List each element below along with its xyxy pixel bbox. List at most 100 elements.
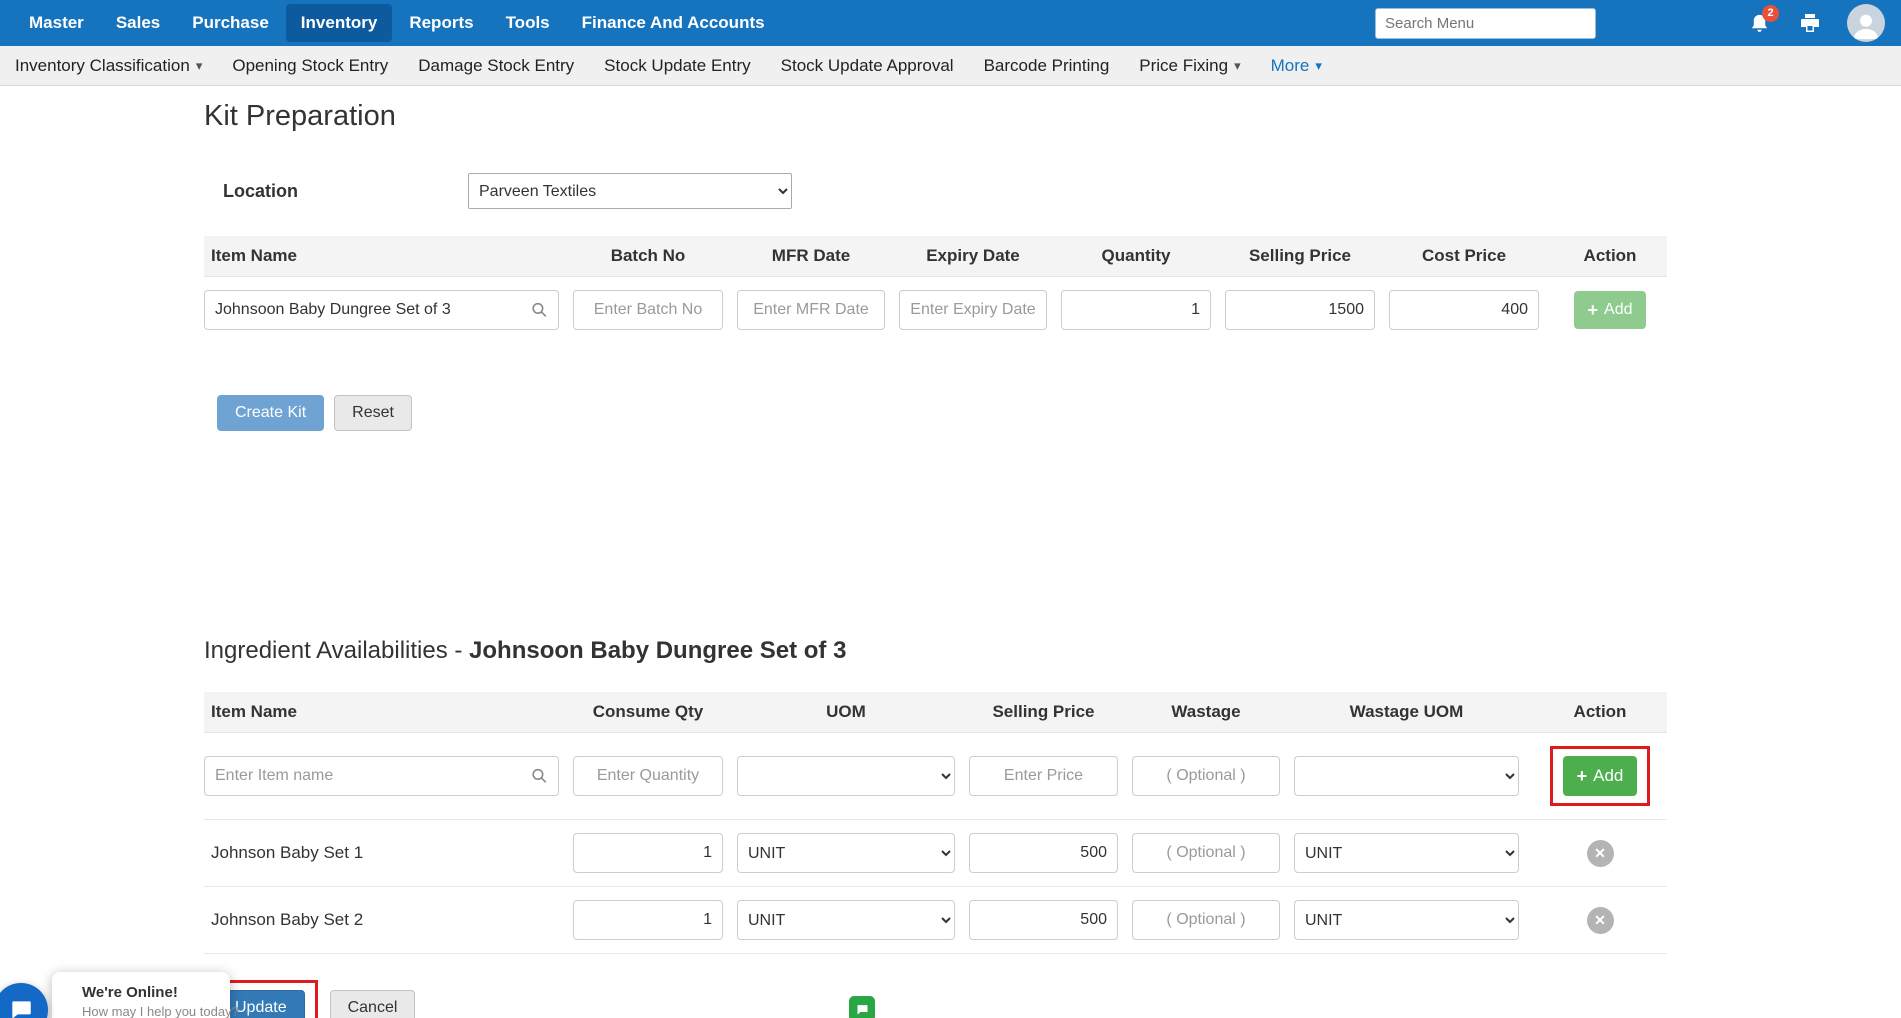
column-header: UOM — [737, 702, 955, 722]
ingredient-price-input[interactable] — [969, 900, 1118, 940]
column-header: MFR Date — [737, 246, 885, 266]
chevron-down-icon: ▾ — [1315, 58, 1322, 74]
column-header: Action — [1553, 246, 1667, 266]
consume-qty-input[interactable] — [573, 833, 723, 873]
subnav-label: Stock Update Entry — [604, 56, 750, 76]
add-button-label: Add — [1593, 766, 1623, 786]
printer-icon — [1798, 11, 1822, 35]
ingredient-price-input[interactable] — [969, 833, 1118, 873]
uom-select[interactable]: UNIT — [737, 900, 955, 940]
search-icon[interactable] — [530, 301, 549, 320]
nav-item-purchase[interactable]: Purchase — [177, 4, 284, 42]
floating-green-icon[interactable] — [849, 996, 875, 1018]
subnav-item-damage-stock-entry[interactable]: Damage Stock Entry — [403, 47, 589, 85]
ingredient-item-name-input[interactable] — [204, 756, 559, 796]
plus-icon: + — [1577, 766, 1588, 787]
reset-button[interactable]: Reset — [334, 395, 412, 431]
main-content: Kit Preparation Location Parveen Textile… — [204, 100, 1667, 1018]
wastage-uom-select[interactable]: UNIT — [1294, 900, 1519, 940]
message-icon — [855, 1002, 870, 1017]
main-menu: Master Sales Purchase Inventory Reports … — [14, 4, 780, 42]
cost-price-input[interactable] — [1389, 290, 1539, 330]
subnav-item-price-fixing[interactable]: Price Fixing ▾ — [1124, 47, 1255, 85]
chevron-down-icon: ▾ — [196, 58, 203, 74]
ingredient-table-header: Item Name Consume Qty UOM Selling Price … — [204, 692, 1667, 733]
quantity-input[interactable] — [1061, 290, 1211, 330]
column-header: Action — [1533, 702, 1667, 722]
ingredient-price-input[interactable] — [969, 756, 1118, 796]
mfr-date-input[interactable] — [737, 290, 885, 330]
section-title-item-name: Johnsoon Baby Dungree Set of 3 — [469, 637, 846, 664]
remove-row-icon[interactable]: ✕ — [1587, 907, 1614, 934]
top-navbar: Master Sales Purchase Inventory Reports … — [0, 0, 1901, 46]
kit-add-button[interactable]: + Add — [1574, 291, 1647, 329]
create-kit-button[interactable]: Create Kit — [217, 395, 324, 431]
chat-icon — [8, 997, 34, 1018]
subnav-item-inventory-classification[interactable]: Inventory Classification ▾ — [0, 47, 217, 85]
selling-price-input[interactable] — [1225, 290, 1375, 330]
annotation-box-add: + Add — [1550, 746, 1651, 806]
ingredient-actions-row: Update Cancel — [204, 980, 1667, 1018]
subnav-label: Barcode Printing — [984, 56, 1110, 76]
wastage-input[interactable] — [1132, 833, 1280, 873]
wastage-input[interactable] — [1132, 900, 1280, 940]
print-button[interactable] — [1798, 11, 1822, 35]
ingredients-section-title: Ingredient Availabilities - Johnsoon Bab… — [204, 637, 1667, 665]
remove-row-icon[interactable]: ✕ — [1587, 840, 1614, 867]
search-menu-input[interactable] — [1375, 8, 1596, 39]
subnav-item-stock-update-entry[interactable]: Stock Update Entry — [589, 47, 765, 85]
search-icon[interactable] — [530, 767, 549, 786]
nav-item-sales[interactable]: Sales — [101, 4, 175, 42]
subnav-label: Inventory Classification — [15, 56, 190, 76]
chat-help-text: How may I help you today? — [82, 1004, 212, 1018]
nav-item-tools[interactable]: Tools — [491, 4, 565, 42]
ingredient-add-button[interactable]: + Add — [1563, 756, 1638, 796]
subnav-item-barcode-printing[interactable]: Barcode Printing — [969, 47, 1125, 85]
add-button-label: Add — [1604, 301, 1632, 319]
column-header: Item Name — [204, 246, 559, 266]
column-header: Expiry Date — [899, 246, 1047, 266]
notifications-button[interactable]: 2 — [1748, 12, 1771, 35]
location-select[interactable]: Parveen Textiles — [468, 173, 792, 209]
wastage-uom-select[interactable]: UNIT — [1294, 833, 1519, 873]
wastage-input[interactable] — [1132, 756, 1280, 796]
uom-select[interactable]: UNIT — [737, 833, 955, 873]
ingredient-name: Johnson Baby Set 2 — [204, 910, 559, 930]
batch-no-input[interactable] — [573, 290, 723, 330]
subnav-label: More — [1271, 56, 1310, 76]
sub-navbar: Inventory Classification ▾ Opening Stock… — [0, 46, 1901, 86]
chat-launcher-button[interactable] — [0, 983, 48, 1018]
ingredient-row: Johnson Baby Set 2 UNIT UNIT ✕ — [204, 887, 1667, 954]
ingredient-row: Johnson Baby Set 1 UNIT UNIT ✕ — [204, 820, 1667, 887]
consume-qty-input[interactable] — [573, 900, 723, 940]
nav-item-master[interactable]: Master — [14, 4, 99, 42]
subnav-item-stock-update-approval[interactable]: Stock Update Approval — [766, 47, 969, 85]
page-title: Kit Preparation — [204, 100, 1667, 133]
chat-online-status: We're Online! — [82, 984, 212, 1001]
cancel-button[interactable]: Cancel — [330, 990, 416, 1018]
consume-qty-input[interactable] — [573, 756, 723, 796]
column-header: Batch No — [573, 246, 723, 266]
expiry-date-input[interactable] — [899, 290, 1047, 330]
ingredient-name: Johnson Baby Set 1 — [204, 843, 559, 863]
column-header: Selling Price — [969, 702, 1118, 722]
subnav-label: Price Fixing — [1139, 56, 1228, 76]
column-header: Consume Qty — [573, 702, 723, 722]
nav-item-reports[interactable]: Reports — [394, 4, 488, 42]
nav-item-inventory[interactable]: Inventory — [286, 4, 393, 42]
nav-item-finance-and-accounts[interactable]: Finance And Accounts — [567, 4, 780, 42]
column-header: Wastage — [1132, 702, 1280, 722]
uom-select[interactable] — [737, 756, 955, 796]
plus-icon: + — [1588, 300, 1599, 321]
kit-table-row: + Add — [204, 277, 1667, 343]
avatar[interactable] — [1847, 4, 1885, 42]
subnav-item-more[interactable]: More ▾ — [1256, 47, 1337, 85]
kit-table-header: Item Name Batch No MFR Date Expiry Date … — [204, 236, 1667, 277]
subnav-label: Opening Stock Entry — [232, 56, 388, 76]
chat-widget[interactable]: We're Online! How may I help you today? — [52, 972, 230, 1018]
kit-item-name-input[interactable] — [204, 290, 559, 330]
topnav-right-cluster: 2 — [1375, 4, 1885, 42]
kit-actions-row: Create Kit Reset — [217, 395, 1667, 431]
subnav-item-opening-stock-entry[interactable]: Opening Stock Entry — [217, 47, 403, 85]
wastage-uom-select[interactable] — [1294, 756, 1519, 796]
